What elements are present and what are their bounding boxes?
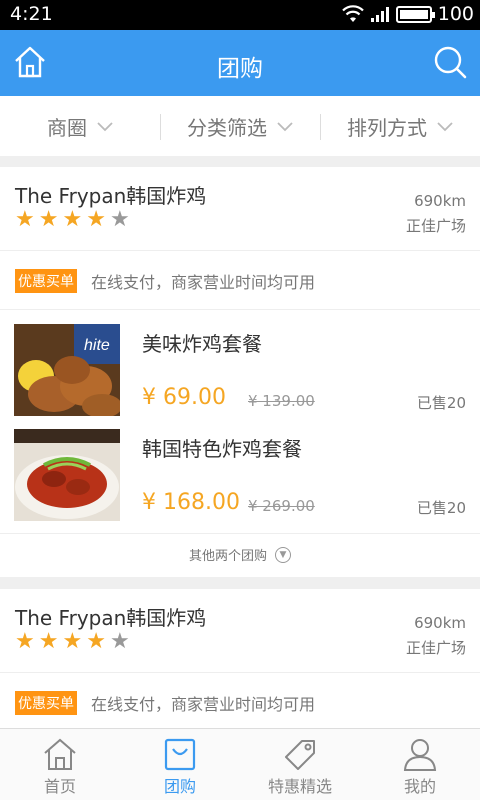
promo-badge: 优惠买单 <box>15 691 77 715</box>
rating-stars: ★ ★ ★ ★ ★ <box>15 631 130 653</box>
shop-area: 正佳广场 <box>405 217 466 235</box>
tab-label: 我的 <box>403 777 436 796</box>
more-deals-label: 其他两个团购 <box>188 549 267 564</box>
chevron-down-icon <box>437 122 453 132</box>
filter-label: 商圈 <box>47 115 87 140</box>
filter-category[interactable]: 分类筛选 <box>160 112 320 141</box>
divider <box>0 533 480 534</box>
filter-sort[interactable]: 排列方式 <box>320 112 480 141</box>
tab-label: 特惠精选 <box>267 777 332 796</box>
shop-area: 正佳广场 <box>405 639 466 657</box>
home-icon <box>44 738 76 770</box>
tab-specials[interactable]: 特惠精选 <box>240 729 360 800</box>
nav-bar: 团购 <box>0 30 480 96</box>
search-icon[interactable] <box>432 44 468 80</box>
deal-original-price: ¥ 269.00 <box>248 497 315 515</box>
battery-level: 100 <box>437 3 474 25</box>
deal-price: ¥ 69.00 <box>142 385 226 410</box>
shop-distance: 690km <box>414 614 466 632</box>
star-icon: ★ <box>86 207 106 232</box>
divider <box>0 672 480 673</box>
filter-bar: 商圈 分类筛选 排列方式 <box>0 96 480 156</box>
star-icon: ★ <box>62 629 83 654</box>
rating-stars: ★ ★ ★ ★ ★ <box>15 209 130 231</box>
user-icon <box>403 739 437 771</box>
divider <box>0 309 480 310</box>
more-deals-link[interactable]: 其他两个团购 ▼ <box>0 545 480 564</box>
tag-icon <box>285 740 315 770</box>
expand-down-icon: ▼ <box>275 546 291 563</box>
chevron-down-icon <box>277 122 293 132</box>
bottom-tab-bar: 首页 团购 特惠精选 我的 <box>0 728 480 800</box>
filter-business-area[interactable]: 商圈 <box>0 112 160 141</box>
star-icon: ★ <box>86 629 106 654</box>
chevron-down-icon <box>97 122 113 132</box>
deal-original-price: ¥ 139.00 <box>248 392 315 410</box>
shopping-bag-icon <box>164 738 196 771</box>
tab-mine[interactable]: 我的 <box>360 729 480 800</box>
star-icon: ★ <box>109 629 130 654</box>
shop-name: The Frypan韩国炸鸡 <box>15 606 207 630</box>
shop-card[interactable]: The Frypan韩国炸鸡 ★ ★ ★ ★ ★ 690km 正佳广场 优惠买单 在线支… <box>0 167 480 577</box>
shop-name: The Frypan韩国炸鸡 <box>15 184 207 208</box>
shop-distance: 690km <box>414 192 466 210</box>
tab-group-buy[interactable]: 团购 <box>120 729 240 800</box>
star-icon: ★ <box>15 629 35 654</box>
promo-badge: 优惠买单 <box>15 269 77 293</box>
deal-sold-count: 已售20 <box>416 499 466 517</box>
star-icon: ★ <box>62 207 83 232</box>
tab-label: 团购 <box>163 777 196 796</box>
status-time: 4:21 <box>10 3 53 25</box>
page-title: 团购 <box>217 56 263 82</box>
deal-name: 韩国特色炸鸡套餐 <box>142 437 302 461</box>
tab-home[interactable]: 首页 <box>0 729 120 800</box>
svg-text:hite: hite <box>84 337 110 354</box>
deal-name: 美味炸鸡套餐 <box>142 332 262 356</box>
star-icon: ★ <box>15 207 35 232</box>
deal-item[interactable]: 韩国特色炸鸡套餐 ¥ 168.00 ¥ 269.00 已售20 <box>0 429 480 525</box>
star-icon: ★ <box>109 207 130 232</box>
promo-text: 在线支付，商家营业时间均可用 <box>91 695 316 714</box>
filter-label: 排列方式 <box>347 115 427 140</box>
deal-image-korean-chicken <box>14 429 120 521</box>
deal-image-fried-chicken: hite <box>14 324 120 416</box>
filter-label: 分类筛选 <box>187 115 267 140</box>
shop-card[interactable]: The Frypan韩国炸鸡 ★ ★ ★ ★ ★ 690km 正佳广场 优惠买单 在线支… <box>0 589 480 729</box>
promo-row[interactable]: 优惠买单 在线支付，商家营业时间均可用 <box>15 269 315 293</box>
wifi-icon <box>341 5 364 22</box>
star-icon: ★ <box>38 629 59 654</box>
deal-sold-count: 已售20 <box>416 394 466 412</box>
divider <box>0 250 480 251</box>
promo-row[interactable]: 优惠买单 在线支付，商家营业时间均可用 <box>15 691 315 715</box>
star-icon: ★ <box>38 207 59 232</box>
status-bar: 4:21 100 <box>0 0 480 30</box>
battery-icon <box>395 5 435 23</box>
tab-label: 首页 <box>43 777 76 796</box>
promo-text: 在线支付，商家营业时间均可用 <box>91 273 316 292</box>
deal-price: ¥ 168.00 <box>142 490 240 515</box>
signal-icon <box>370 7 389 22</box>
deal-item[interactable]: hite 美味炸鸡套餐 ¥ 69.00 ¥ 139.00 已售20 <box>0 324 480 420</box>
